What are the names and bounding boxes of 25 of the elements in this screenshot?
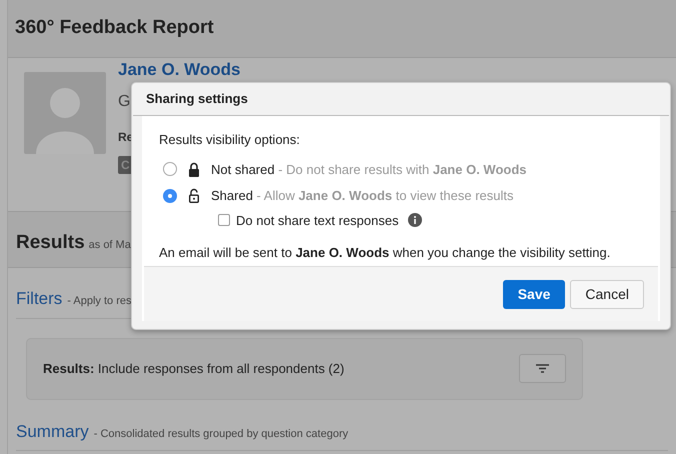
radio-button[interactable] <box>163 162 177 176</box>
dialog-intro: Results visibility options: <box>159 131 301 149</box>
filters-subtitle: - Apply to res <box>67 294 132 309</box>
option-label: Shared - Allow Jane O. Woods to view these results <box>211 187 514 205</box>
avatar-placeholder-icon <box>24 72 106 154</box>
option-label: Not shared - Do not share results with Jane O. Woods <box>211 160 527 178</box>
save-button[interactable]: Save <box>502 280 566 308</box>
filter-icon <box>536 364 549 373</box>
results-title: Results <box>16 231 85 255</box>
profile-text: G <box>118 92 130 112</box>
filter-summary: Results: Include responses from all respondents (2) <box>43 360 344 378</box>
checkbox[interactable] <box>218 214 230 226</box>
page-title: 360° Feedback Report <box>15 16 214 40</box>
checkbox-label: Do not share text responses <box>236 212 399 230</box>
summary-title: Summary <box>16 420 89 442</box>
filters-title: Filters <box>16 288 62 310</box>
radio-button[interactable] <box>163 188 177 203</box>
summary-subtitle: - Consolidated results grouped by question category <box>94 426 348 442</box>
filter-button[interactable] <box>519 354 566 383</box>
results-subtitle: as of Ma <box>88 238 131 253</box>
dialog-title: Sharing settings <box>146 90 248 108</box>
cancel-button[interactable]: Cancel <box>570 280 644 308</box>
email-note: An email will be sent to Jane O. Woods when you change the visibility setting. <box>159 244 612 262</box>
person-name[interactable]: Jane O. Woods <box>118 60 240 80</box>
info-icon[interactable] <box>408 213 422 228</box>
